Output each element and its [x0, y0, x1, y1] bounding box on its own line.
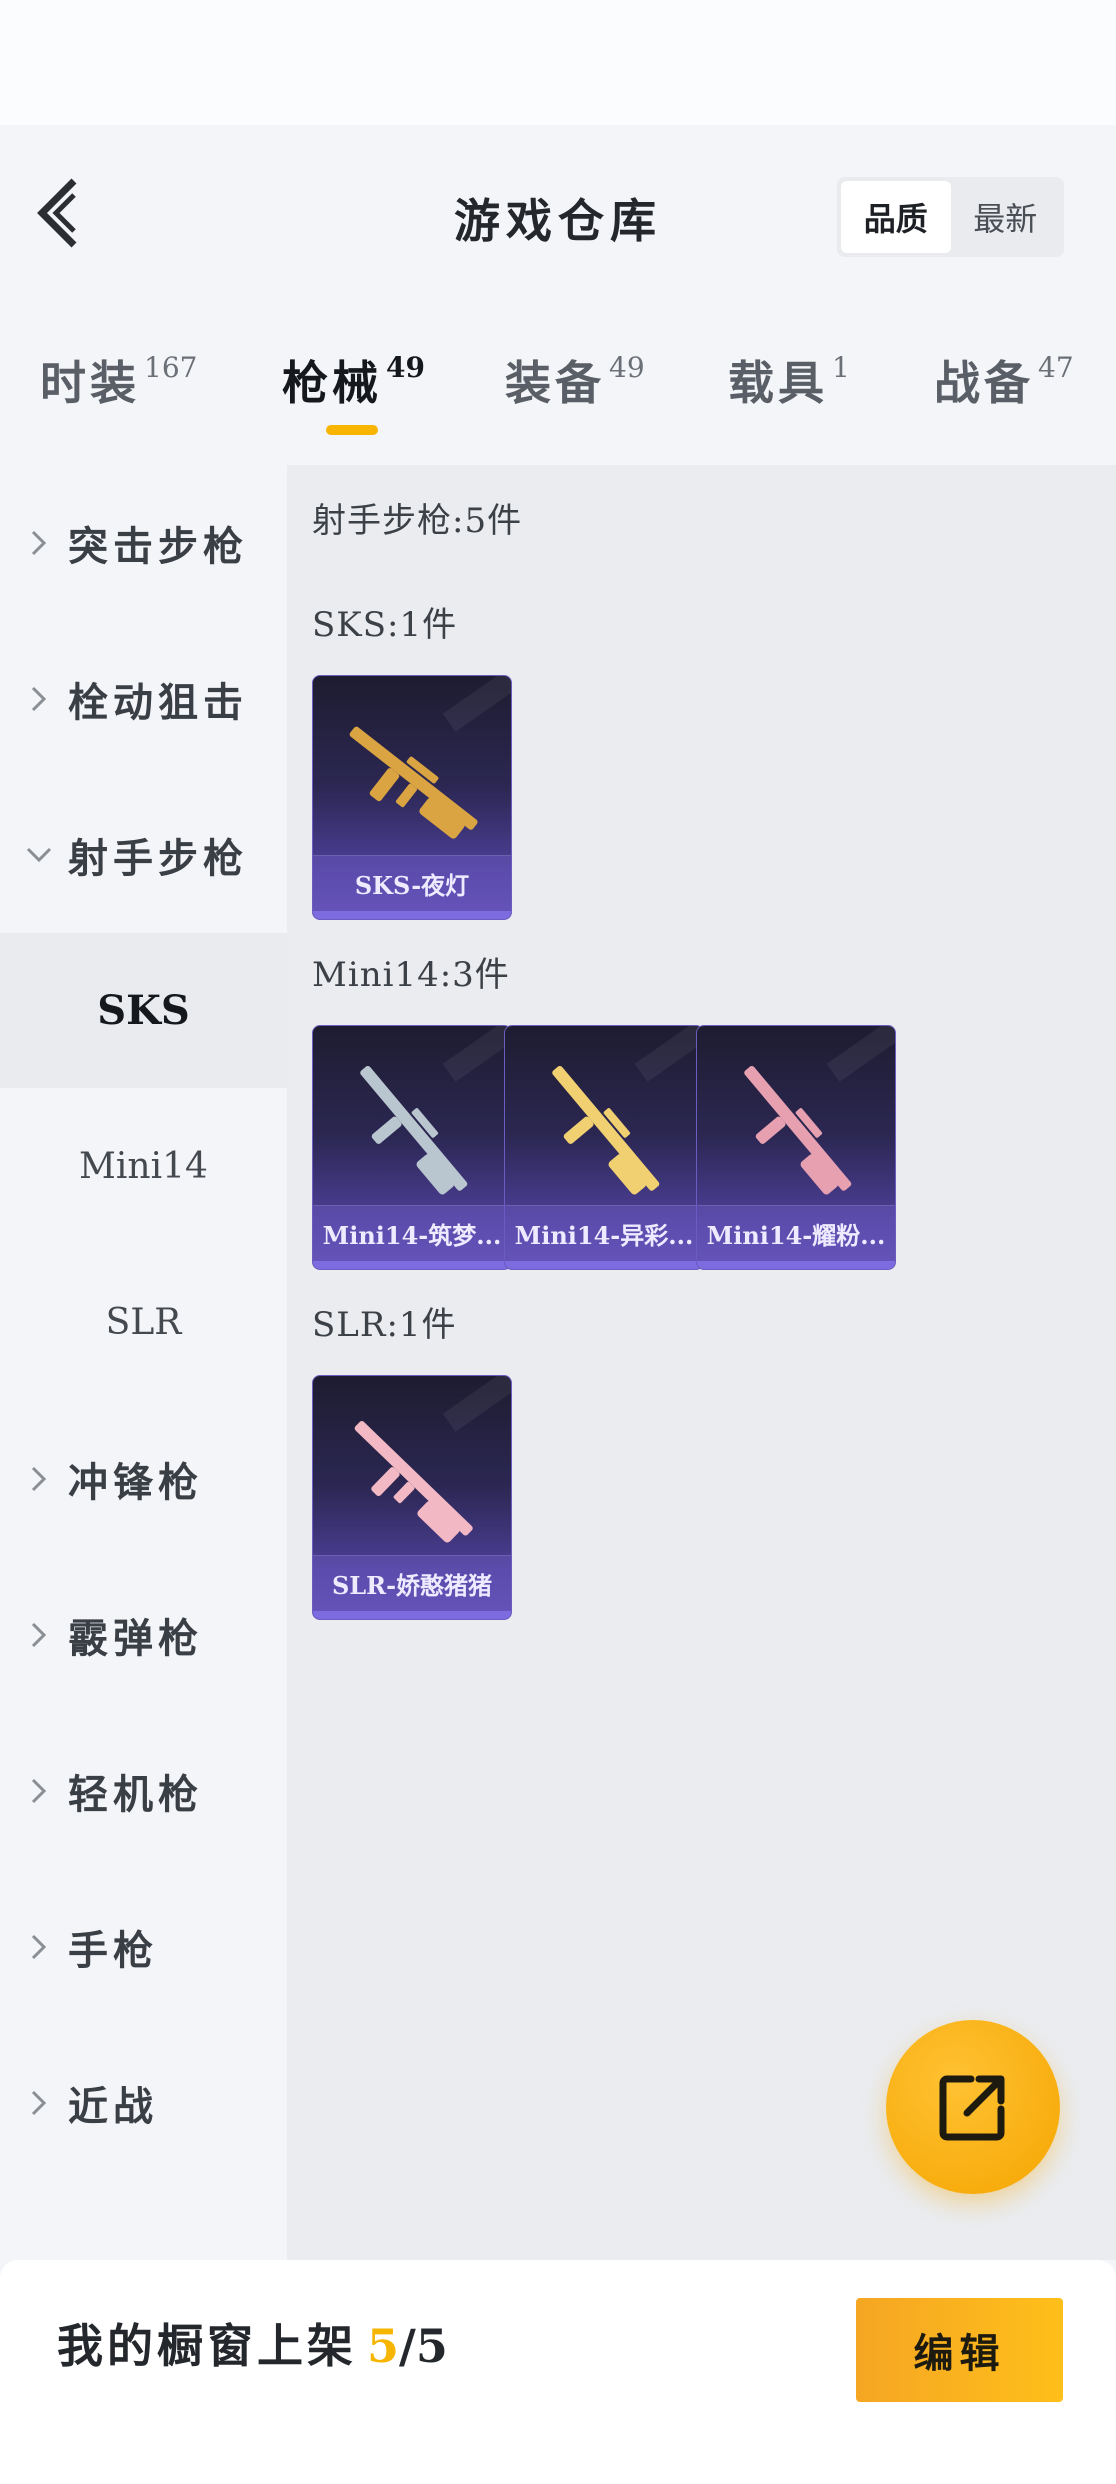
showcase-status: 我的橱窗上架 5 / 5 [57, 2310, 448, 2376]
sidebar-item-bolt-sniper[interactable]: 栓动狙击 [0, 621, 287, 776]
chevron-down-icon [24, 840, 54, 870]
sidebar-item-label: 轻机枪 [68, 1770, 203, 1818]
sidebar-subitem-sks[interactable]: SKS [0, 933, 287, 1088]
active-tab-indicator [326, 425, 378, 435]
share-button[interactable] [886, 2020, 1060, 2194]
item-name: Mini14-耀粉... [697, 1205, 895, 1261]
item-card[interactable]: Mini14-耀粉... [696, 1025, 896, 1270]
group-title-mini14: Mini14:3件 [312, 955, 510, 995]
sidebar-subitem-slr[interactable]: SLR [0, 1245, 287, 1400]
group-title-sks: SKS:1件 [312, 605, 458, 645]
sidebar-item-label: 霰弹枪 [68, 1614, 203, 1662]
bottom-bar: 我的橱窗上架 5 / 5 编辑 [0, 2260, 1116, 2484]
sidebar-item-melee[interactable]: 近战 [0, 2025, 287, 2180]
tab-label: 枪械 [282, 356, 382, 410]
tab-supplies[interactable]: 战备 47 [934, 347, 1074, 413]
item-name: SKS-夜灯 [313, 855, 511, 911]
sidebar-item-label: 射手步枪 [68, 834, 248, 882]
status-bar [0, 0, 1116, 125]
showcase-separator: / [399, 2319, 416, 2373]
sidebar-item-smg[interactable]: 冲锋枪 [0, 1401, 287, 1556]
rifle-icon [744, 1065, 852, 1195]
chevron-right-icon [24, 1620, 54, 1650]
tab-label: 时装 [40, 356, 140, 410]
chevron-right-icon [24, 528, 54, 558]
edit-button[interactable]: 编辑 [856, 2298, 1063, 2402]
item-name: Mini14-筑梦... [313, 1205, 511, 1261]
rifle-icon [360, 1065, 468, 1195]
sort-option-quality[interactable]: 品质 [841, 181, 951, 253]
sidebar-item-assault-rifle[interactable]: 突击步枪 [0, 465, 287, 620]
tab-equipment[interactable]: 装备 49 [505, 347, 645, 413]
showcase-current-count: 5 [367, 2319, 400, 2373]
sidebar-item-label: 突击步枪 [68, 522, 248, 570]
item-name: Mini14-异彩... [505, 1205, 703, 1261]
sort-option-newest[interactable]: 最新 [951, 181, 1061, 253]
chevron-right-icon [24, 1932, 54, 1962]
sidebar-item-label: 近战 [68, 2082, 158, 2130]
item-card[interactable]: Mini14-异彩... [504, 1025, 704, 1270]
showcase-label: 我的橱窗上架 [57, 2319, 357, 2373]
chevron-right-icon [24, 1464, 54, 1494]
tab-fashion[interactable]: 时装 167 [40, 347, 197, 413]
tab-label: 装备 [505, 356, 605, 410]
content-panel: 射手步枪:5件 SKS:1件 SKS-夜灯 Mini14:3件 Mini14-筑… [287, 465, 1116, 2260]
sidebar-item-lmg[interactable]: 轻机枪 [0, 1713, 287, 1868]
sidebar-item-label: 栓动狙击 [68, 678, 248, 726]
item-card[interactable]: SLR-娇憨猪猪 [312, 1375, 512, 1620]
group-title-slr: SLR:1件 [312, 1305, 457, 1345]
section-title: 射手步枪:5件 [312, 501, 523, 541]
rifle-icon [349, 726, 478, 839]
chevron-right-icon [24, 684, 54, 714]
tab-label: 载具 [728, 356, 828, 410]
sidebar-item-shotgun[interactable]: 霰弹枪 [0, 1557, 287, 1712]
tab-count: 49 [609, 351, 645, 384]
share-external-icon [939, 2075, 1005, 2141]
tab-count: 49 [386, 351, 425, 384]
tab-label: 战备 [934, 356, 1034, 410]
chevron-right-icon [24, 1776, 54, 1806]
category-tabs: 时装 167 枪械 49 装备 49 载具 1 战备 47 [0, 295, 1116, 465]
chevron-right-icon [24, 2088, 54, 2118]
sidebar-item-label: 手枪 [68, 1926, 158, 1974]
rifle-icon [354, 1421, 473, 1543]
tab-vehicles[interactable]: 载具 1 [728, 347, 850, 413]
sidebar-item-marksman-rifle[interactable]: 射手步枪 [0, 777, 287, 932]
tab-count: 167 [144, 351, 198, 384]
sidebar-item-pistol[interactable]: 手枪 [0, 1869, 287, 2024]
rifle-icon [552, 1065, 660, 1195]
showcase-total-count: 5 [415, 2319, 448, 2373]
item-name: SLR-娇憨猪猪 [313, 1555, 511, 1611]
item-card[interactable]: Mini14-筑梦... [312, 1025, 512, 1270]
header: 游戏仓库 品质 最新 [0, 125, 1116, 295]
tab-firearms[interactable]: 枪械 49 [282, 347, 425, 413]
tab-count: 1 [832, 351, 850, 384]
sidebar-item-label: 冲锋枪 [68, 1458, 203, 1506]
tab-count: 47 [1038, 351, 1074, 384]
sidebar: 突击步枪 栓动狙击 射手步枪 SKS Mini14 SLR 冲锋枪 霰弹枪 轻机… [0, 465, 287, 2260]
sort-toggle: 品质 最新 [837, 177, 1064, 257]
item-card[interactable]: SKS-夜灯 [312, 675, 512, 920]
sidebar-subitem-mini14[interactable]: Mini14 [0, 1089, 287, 1244]
